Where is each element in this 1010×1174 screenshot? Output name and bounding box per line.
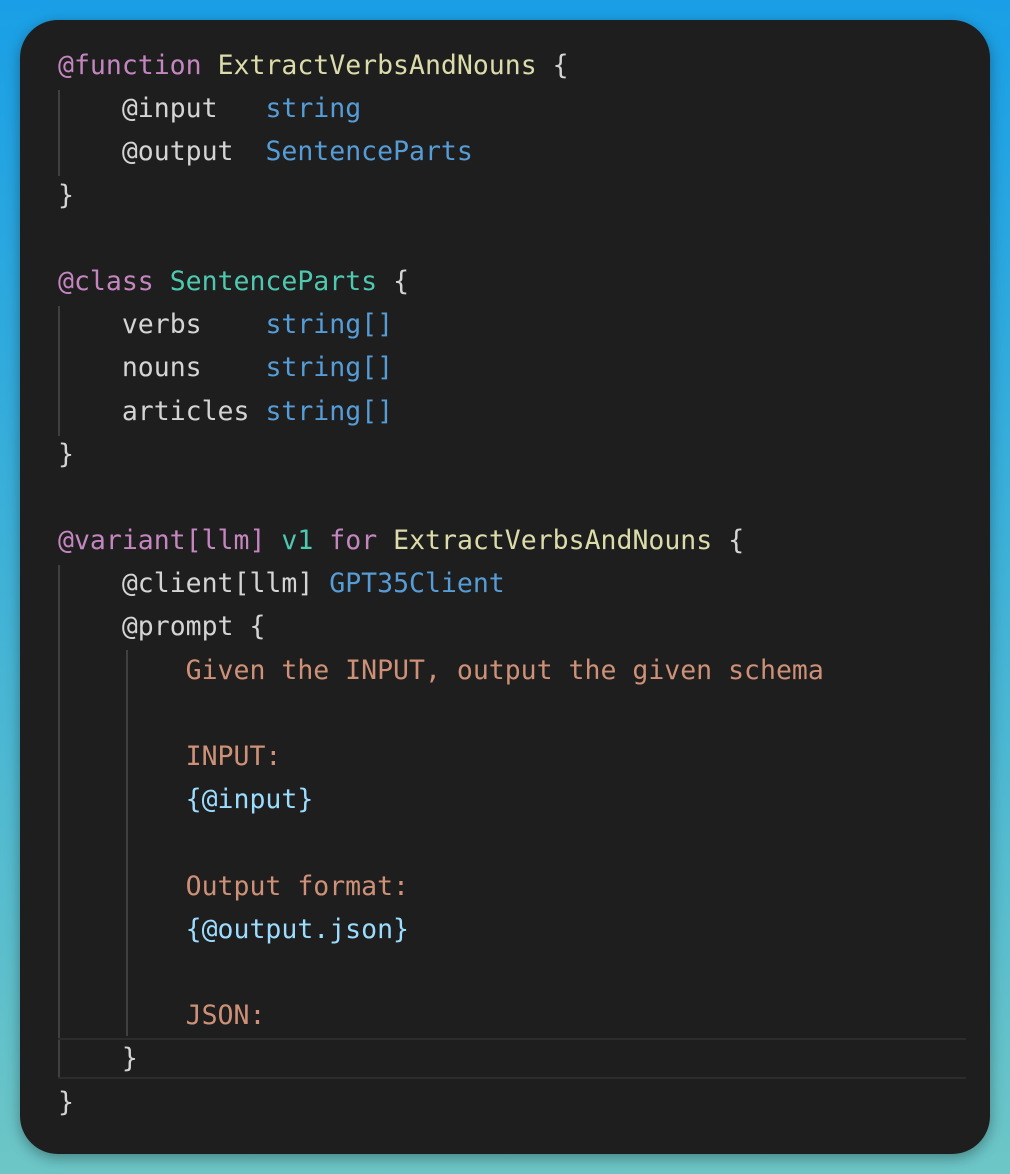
prompt-text: Given the INPUT, output the given schema bbox=[185, 654, 824, 686]
code-line: } bbox=[58, 174, 990, 217]
variant-version: v1 bbox=[281, 525, 314, 557]
prompt-text: Output format: bbox=[185, 870, 410, 902]
brace: } bbox=[121, 1043, 138, 1075]
output-keyword: @output bbox=[121, 136, 234, 168]
class-name: SentenceParts bbox=[169, 265, 378, 297]
code-line-current: } bbox=[58, 1037, 990, 1080]
variant-decorator: @variant[llm] bbox=[58, 525, 266, 557]
for-keyword: for bbox=[329, 525, 378, 557]
brace: { bbox=[552, 50, 569, 81]
code-line: Output format: bbox=[58, 865, 990, 908]
client-name: GPT35Client bbox=[329, 568, 505, 600]
field-type: string[] bbox=[265, 352, 394, 384]
brace: } bbox=[58, 179, 74, 211]
code-line: } bbox=[58, 433, 990, 476]
function-name: ExtractVerbsAndNouns bbox=[217, 50, 537, 81]
input-keyword: @input bbox=[121, 93, 218, 125]
code-line: @class SentenceParts { bbox=[58, 260, 990, 303]
code-line: articles string[] bbox=[58, 390, 990, 433]
brace: } bbox=[58, 1086, 74, 1118]
code-line: Given the INPUT, output the given schema bbox=[58, 649, 990, 692]
code-line: @function ExtractVerbsAndNouns { bbox=[58, 44, 990, 87]
input-type: string bbox=[265, 93, 362, 125]
code-line: {@input} bbox=[58, 778, 990, 821]
function-decorator: @function bbox=[58, 50, 202, 81]
code-line: @prompt { bbox=[58, 605, 990, 648]
code-line: JSON: bbox=[58, 994, 990, 1037]
code-line: {@output.json} bbox=[58, 908, 990, 951]
field-name: verbs bbox=[121, 309, 202, 341]
variant-target: ExtractVerbsAndNouns bbox=[393, 525, 713, 557]
code-area[interactable]: @function ExtractVerbsAndNouns { @input … bbox=[58, 44, 990, 1124]
brace: { bbox=[728, 525, 745, 557]
code-line: @input string bbox=[58, 87, 990, 130]
code-line: nouns string[] bbox=[58, 346, 990, 389]
code-editor-window: @function ExtractVerbsAndNouns { @input … bbox=[20, 20, 990, 1154]
prompt-variable: {@input} bbox=[185, 784, 314, 816]
code-line: @output SentenceParts bbox=[58, 130, 990, 173]
code-line: @variant[llm] v1 for ExtractVerbsAndNoun… bbox=[58, 519, 990, 562]
prompt-variable: {@output.json} bbox=[185, 913, 410, 945]
code-line: verbs string[] bbox=[58, 303, 990, 346]
code-line: } bbox=[58, 1081, 990, 1124]
code-line: @client[llm] GPT35Client bbox=[58, 562, 990, 605]
prompt-text: JSON: bbox=[185, 1000, 266, 1032]
brace: { bbox=[249, 611, 266, 643]
brace: } bbox=[58, 438, 74, 470]
prompt-text: INPUT: bbox=[185, 741, 282, 772]
class-decorator: @class bbox=[58, 265, 154, 297]
prompt-keyword: @prompt bbox=[121, 611, 234, 643]
field-type: string[] bbox=[265, 309, 394, 341]
code-line: INPUT: bbox=[58, 735, 990, 778]
client-keyword: @client[llm] bbox=[121, 568, 314, 600]
field-type: string[] bbox=[265, 395, 394, 427]
brace: { bbox=[393, 265, 410, 297]
output-type: SentenceParts bbox=[265, 136, 473, 168]
field-name: nouns bbox=[121, 352, 202, 384]
field-name: articles bbox=[121, 395, 250, 427]
